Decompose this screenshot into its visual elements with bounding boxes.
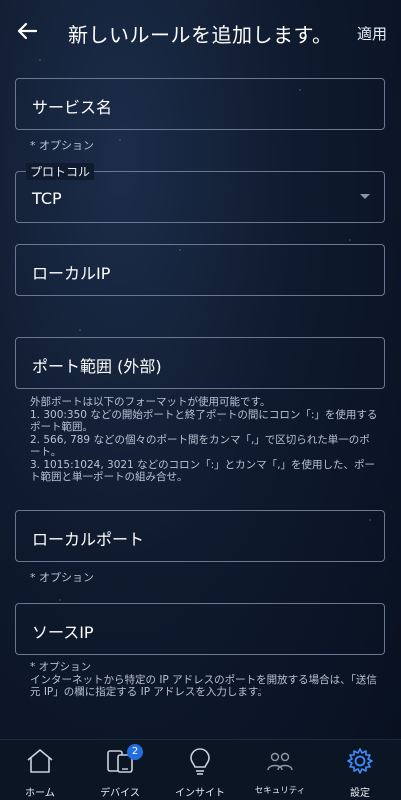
local-ip-field[interactable]: ローカルIP — [15, 244, 385, 296]
service-name-field[interactable]: サービス名 — [15, 78, 385, 130]
back-arrow-icon[interactable] — [14, 18, 40, 44]
source-ip-field[interactable]: ソースIP — [15, 603, 385, 655]
chevron-down-icon — [360, 194, 370, 199]
tab-devices[interactable]: 2 デバイス — [80, 740, 160, 800]
tab-security-label: セキュリティ — [254, 786, 306, 796]
local-port-field[interactable]: ローカルポート — [15, 510, 385, 562]
tab-devices-label: デバイス — [100, 788, 140, 799]
port-range-placeholder: ポート範囲 (外部) — [32, 357, 162, 376]
lightbulb-icon — [190, 748, 210, 775]
local-port-hint: * オプション — [30, 571, 94, 584]
bottom-tab-bar: ホーム 2 デバイス インサイト セキュリティ 設定 — [0, 739, 401, 800]
tab-settings[interactable]: 設定 — [320, 740, 400, 800]
gear-icon — [347, 748, 373, 774]
source-ip-placeholder: ソースIP — [32, 623, 94, 642]
tab-security[interactable]: セキュリティ — [240, 740, 320, 800]
apply-button[interactable]: 適用 — [357, 23, 387, 44]
tab-settings-label: 設定 — [350, 788, 370, 799]
port-range-help: 外部ポートは以下のフォーマットが使用可能です。 1. 300:350 などの開始… — [30, 396, 378, 483]
header: 新しいルールを追加します。 適用 — [0, 0, 401, 62]
protocol-select[interactable]: プロトコル TCP — [15, 163, 385, 223]
source-ip-help: * オプション インターネットから特定の IP アドレスのポートを開放する場合は… — [30, 661, 377, 698]
service-name-placeholder: サービス名 — [32, 98, 113, 117]
home-icon — [27, 749, 53, 773]
port-range-field[interactable]: ポート範囲 (外部) — [15, 337, 385, 389]
devices-count-badge: 2 — [127, 744, 143, 760]
page-title: 新しいルールを追加します。 — [68, 23, 333, 47]
tab-home-label: ホーム — [25, 788, 55, 799]
users-icon — [267, 752, 293, 771]
service-name-hint: * オプション — [30, 139, 94, 152]
local-ip-placeholder: ローカルIP — [32, 264, 111, 283]
local-port-placeholder: ローカルポート — [32, 530, 145, 549]
tab-home[interactable]: ホーム — [0, 740, 80, 800]
protocol-value: TCP — [32, 189, 62, 208]
protocol-legend: プロトコル — [26, 163, 95, 180]
tab-insight-label: インサイト — [175, 788, 225, 799]
tab-insight[interactable]: インサイト — [160, 740, 240, 800]
